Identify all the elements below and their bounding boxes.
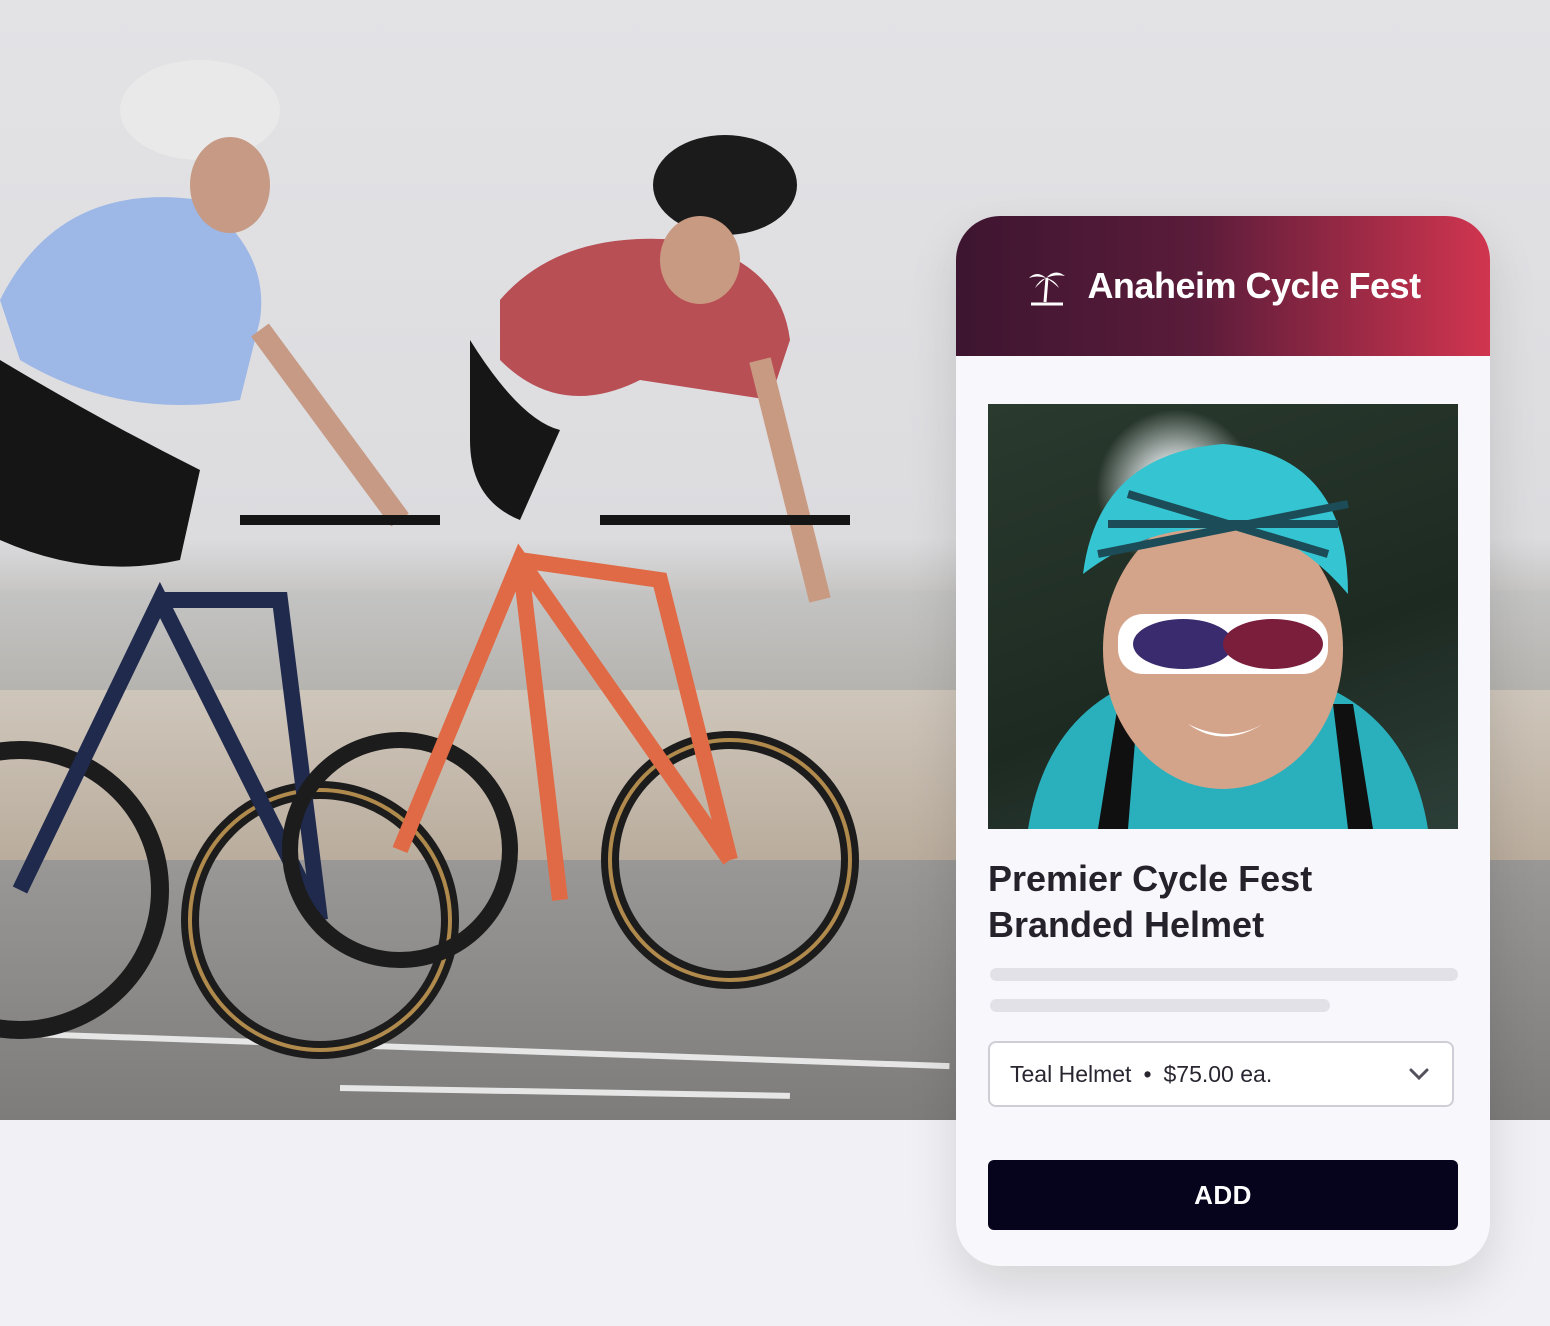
variant-name: Teal Helmet: [1010, 1060, 1132, 1087]
event-title: Anaheim Cycle Fest: [1087, 265, 1421, 306]
card-header: Anaheim Cycle Fest: [956, 216, 1490, 356]
description-placeholder-line: [990, 968, 1458, 981]
product-image: [988, 404, 1458, 829]
chevron-down-icon: [1409, 1068, 1429, 1081]
variant-separator: •: [1143, 1060, 1152, 1087]
product-card: Anaheim Cycle Fest Premier Cycle Fest Br…: [956, 216, 1490, 1266]
product-title: Premier Cycle Fest Branded Helmet: [988, 858, 1313, 945]
cyclist-portrait: [1028, 444, 1428, 829]
description-placeholder-line: [990, 999, 1330, 1012]
cyclists-illustration: [0, 60, 859, 1059]
variant-price: $75.00 ea.: [1163, 1060, 1273, 1087]
add-button[interactable]: ADD: [988, 1160, 1458, 1230]
palm-tree-icon: [1029, 272, 1066, 306]
variant-select[interactable]: Teal Helmet • $75.00 ea.: [988, 1041, 1454, 1107]
